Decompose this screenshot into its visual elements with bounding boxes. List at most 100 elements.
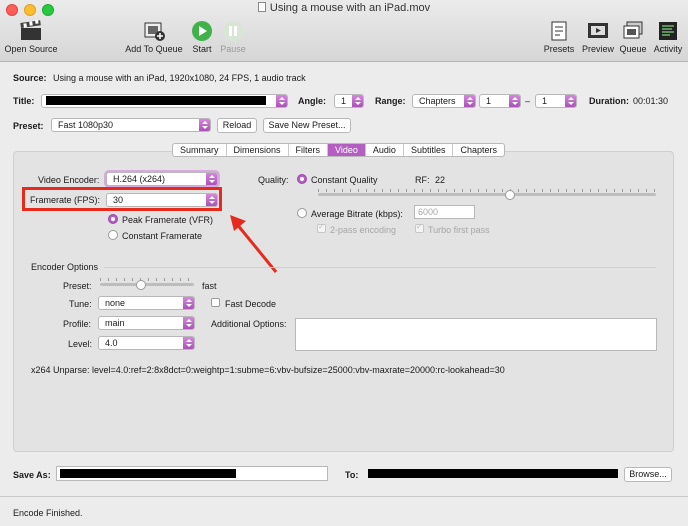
- tab-subtitles[interactable]: Subtitles: [404, 144, 454, 156]
- activity-button[interactable]: Activity: [650, 20, 686, 54]
- profile-select[interactable]: main: [98, 316, 195, 330]
- encoder-preset-slider-ticks: [100, 278, 194, 281]
- tab-dimensions[interactable]: Dimensions: [227, 144, 289, 156]
- average-bitrate-radio[interactable]: [297, 208, 307, 218]
- additional-options-input[interactable]: [295, 318, 657, 351]
- constant-framerate-radio[interactable]: [108, 230, 118, 240]
- reload-button[interactable]: Reload: [217, 118, 257, 133]
- quality-slider[interactable]: [318, 193, 656, 196]
- tune-label: Tune:: [69, 299, 92, 309]
- turbo-first-pass-checkbox[interactable]: [415, 222, 424, 233]
- chevron-updown-icon: [183, 337, 194, 349]
- chevron-updown-icon: [199, 119, 210, 131]
- save-new-preset-button[interactable]: Save New Preset...: [263, 118, 351, 133]
- presets-button[interactable]: Presets: [541, 20, 577, 54]
- open-source-button[interactable]: Open Source: [3, 20, 59, 54]
- bitrate-input[interactable]: 6000: [414, 205, 475, 219]
- constant-quality-radio[interactable]: [297, 174, 307, 184]
- range-start-select[interactable]: 1: [479, 94, 521, 108]
- pause-icon: [223, 21, 243, 41]
- film-clapper-icon: [20, 20, 41, 40]
- framerate-highlight-box: [22, 187, 222, 211]
- save-as-label: Save As:: [13, 470, 51, 480]
- chevron-updown-icon: [206, 173, 217, 185]
- redaction-bar: [46, 96, 266, 105]
- window-title: Using a mouse with an iPad.mov: [0, 2, 688, 14]
- fast-decode-label: Fast Decode: [225, 299, 277, 309]
- chevron-updown-icon: [183, 297, 194, 309]
- chevron-updown-icon: [464, 95, 475, 107]
- chevron-updown-icon: [565, 95, 576, 107]
- encoder-preset-slider-knob[interactable]: [136, 280, 146, 290]
- two-pass-checkbox[interactable]: [317, 222, 326, 233]
- window-toolbar: Using a mouse with an iPad.mov Open Sour…: [0, 0, 688, 62]
- rf-value: 22: [435, 175, 446, 185]
- tab-video[interactable]: Video: [328, 144, 366, 156]
- source-value: Using a mouse with an iPad, 1920x1080, 2…: [53, 73, 306, 83]
- chevron-updown-icon: [276, 95, 287, 107]
- pause-button[interactable]: Pause: [218, 20, 248, 54]
- preset-label: Preset:: [13, 121, 44, 131]
- queue-button[interactable]: Queue: [618, 20, 648, 54]
- tab-filters[interactable]: Filters: [289, 144, 329, 156]
- profile-label: Profile:: [63, 319, 92, 329]
- range-end-select[interactable]: 1: [535, 94, 577, 108]
- encoder-preset-value: fast: [202, 281, 217, 291]
- video-encoder-select[interactable]: H.264 (x264): [106, 172, 218, 186]
- tab-summary[interactable]: Summary: [173, 144, 227, 156]
- chevron-updown-icon: [352, 95, 363, 107]
- chevron-updown-icon: [183, 317, 194, 329]
- play-icon: [192, 21, 212, 41]
- to-label: To:: [345, 470, 359, 480]
- add-to-queue-button[interactable]: Add To Queue: [123, 20, 185, 54]
- constant-framerate-label: Constant Framerate: [122, 231, 203, 241]
- angle-select[interactable]: 1: [334, 94, 364, 108]
- fast-decode-checkbox[interactable]: [211, 298, 220, 307]
- title-label: Title:: [13, 96, 35, 106]
- preview-icon: [588, 23, 608, 38]
- preset-select[interactable]: Fast 1080p30: [51, 118, 211, 132]
- redaction-bar: [368, 469, 618, 478]
- document-icon: [257, 2, 266, 12]
- activity-log-icon: [659, 22, 677, 40]
- presets-icon: [551, 21, 567, 41]
- additional-options-label: Additional Options:: [211, 319, 287, 329]
- quality-slider-ticks: [318, 189, 656, 192]
- tune-select[interactable]: none: [98, 296, 195, 310]
- start-button[interactable]: Start: [188, 20, 216, 54]
- tab-audio[interactable]: Audio: [366, 144, 404, 156]
- level-label: Level:: [68, 339, 93, 349]
- add-queue-icon: [144, 22, 165, 41]
- redaction-bar: [60, 469, 236, 478]
- settings-tabs: Summary Dimensions Filters Video Audio S…: [172, 143, 505, 157]
- quality-slider-knob[interactable]: [505, 190, 515, 200]
- chevron-updown-icon: [509, 95, 520, 107]
- encoder-preset-slider[interactable]: [100, 283, 194, 286]
- tab-chapters[interactable]: Chapters: [453, 144, 504, 156]
- section-divider: [104, 267, 656, 268]
- rf-label: RF:: [415, 175, 430, 185]
- two-pass-label: 2-pass encoding: [330, 225, 397, 235]
- quality-label: Quality:: [258, 175, 289, 185]
- peak-framerate-radio[interactable]: [108, 214, 118, 224]
- preview-button[interactable]: Preview: [580, 20, 616, 54]
- duration-value: 00:01:30: [633, 96, 669, 106]
- angle-label: Angle:: [298, 96, 326, 106]
- level-select[interactable]: 4.0: [98, 336, 195, 350]
- average-bitrate-label: Average Bitrate (kbps):: [311, 209, 403, 219]
- status-text: Encode Finished.: [13, 508, 83, 518]
- browse-button[interactable]: Browse...: [624, 467, 672, 482]
- x264-unparse-text: x264 Unparse: level=4.0:ref=2:8x8dct=0:w…: [31, 365, 505, 375]
- range-separator: –: [525, 96, 531, 106]
- annotation-arrow-icon: [230, 215, 278, 273]
- queue-icon: [623, 21, 643, 39]
- turbo-first-pass-label: Turbo first pass: [428, 225, 490, 235]
- range-type-select[interactable]: Chapters: [412, 94, 476, 108]
- video-encoder-label: Video Encoder:: [38, 175, 100, 185]
- duration-label: Duration:: [589, 96, 629, 106]
- constant-quality-label: Constant Quality: [311, 175, 378, 185]
- peak-framerate-label: Peak Framerate (VFR): [122, 215, 214, 225]
- status-bar: Encode Finished.: [0, 496, 688, 526]
- encoder-options-heading: Encoder Options: [31, 262, 99, 272]
- encoder-preset-label: Preset:: [63, 281, 92, 291]
